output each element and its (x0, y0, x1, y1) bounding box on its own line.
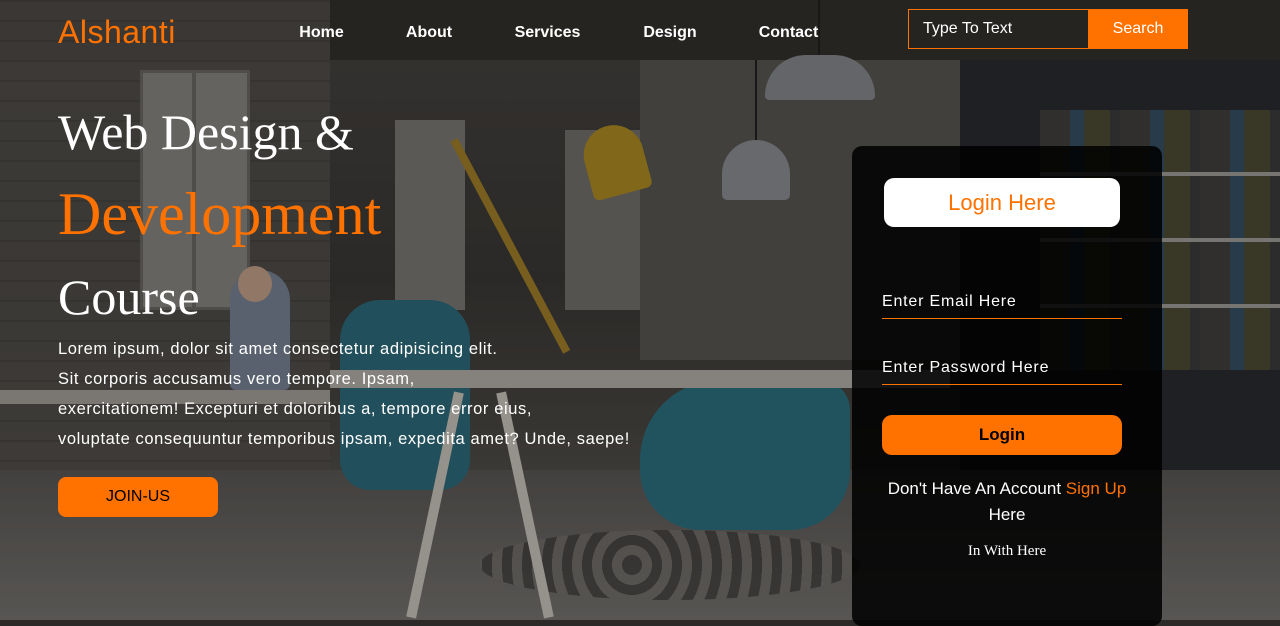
signup-prompt: Don't Have An Account Sign Up Here (872, 476, 1142, 528)
hero-description-line: voluptate consequuntur temporibus ipsam,… (58, 430, 630, 448)
nav-contact[interactable]: Contact (720, 24, 857, 42)
hero-description-line: Sit corporis accusamus vero tempore. Ips… (58, 370, 415, 388)
search-input[interactable] (908, 9, 1088, 49)
nav-home[interactable]: Home (260, 24, 383, 42)
search-bar: Search (908, 9, 1188, 49)
signup-link[interactable]: Sign Up (1066, 479, 1126, 498)
hero-description-line: exercitationem! Excepturi et doloribus a… (58, 400, 533, 418)
hero-title-line1: Web Design & (58, 104, 354, 160)
nav-services[interactable]: Services (475, 24, 620, 42)
nav-about[interactable]: About (383, 24, 475, 42)
hero-description: Lorem ipsum, dolor sit amet consectetur … (58, 334, 678, 454)
login-card: Login Here Login Don't Have An Account S… (852, 146, 1162, 626)
join-us-button[interactable]: JOIN-US (58, 477, 218, 517)
login-card-title: Login Here (884, 178, 1120, 227)
main-nav: Home About Services Design Contact (260, 24, 857, 42)
nav-design[interactable]: Design (620, 24, 720, 42)
password-field[interactable] (882, 351, 1122, 385)
hero-title-line2: Development (58, 181, 382, 247)
social-login-text: In With Here (967, 543, 1047, 559)
hero-description-line: Lorem ipsum, dolor sit amet consectetur … (58, 340, 498, 358)
login-button[interactable]: Login (882, 415, 1122, 455)
brand-logo[interactable]: Alshanti (58, 14, 176, 51)
signup-prompt-suffix: Here (988, 505, 1026, 524)
signup-prompt-text: Don't Have An Account (887, 479, 1062, 498)
hero-title-line3: Course (58, 269, 200, 325)
search-button[interactable]: Search (1088, 9, 1188, 49)
email-field[interactable] (882, 285, 1122, 319)
